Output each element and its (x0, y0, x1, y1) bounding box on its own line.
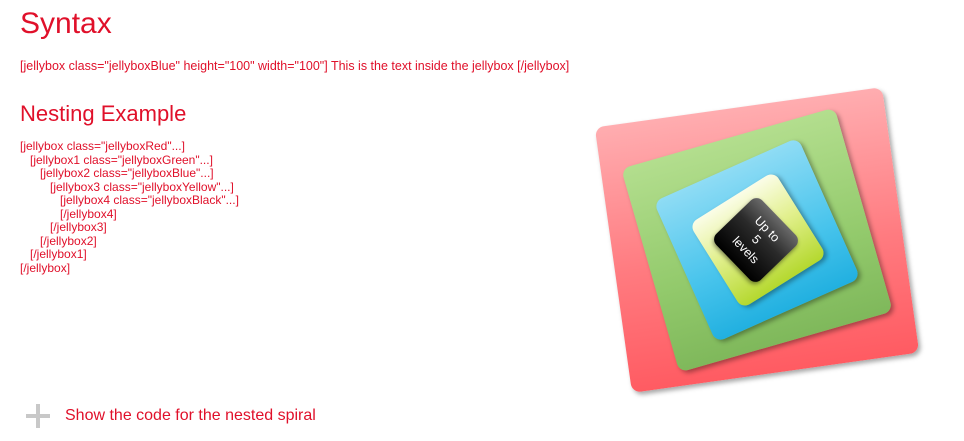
plus-icon[interactable] (26, 404, 50, 428)
code-line: [jellybox2 class="jellyboxBlue"...] (20, 166, 214, 180)
nesting-heading: Nesting Example (20, 101, 187, 126)
code-line: [/jellybox4] (20, 206, 117, 221)
code-line: [/jellybox2] (20, 233, 97, 248)
code-line: [/jellybox1] (20, 247, 87, 261)
show-code-toggle[interactable]: Show the code for the nested spiral (26, 404, 316, 428)
code-line: [/jellybox] (20, 260, 71, 275)
code-line: [jellybox3 class="jellyboxYellow"...] (20, 179, 234, 194)
nested-jellybox-demo: Up to 5 levels (594, 87, 920, 393)
nesting-code-block: [jellybox class="jellyboxRed"...] [jelly… (20, 139, 239, 275)
syntax-example: [jellybox class="jellyboxBlue" height="1… (20, 59, 570, 73)
code-line: [/jellybox3] (20, 220, 107, 234)
code-line: [jellybox1 class="jellyboxGreen"...] (20, 152, 213, 167)
code-line: [jellybox class="jellyboxRed"...] (20, 139, 185, 153)
syntax-heading: Syntax (20, 7, 112, 40)
code-line: [jellybox4 class="jellyboxBlack"...] (20, 193, 239, 207)
show-code-label[interactable]: Show the code for the nested spiral (65, 406, 316, 426)
